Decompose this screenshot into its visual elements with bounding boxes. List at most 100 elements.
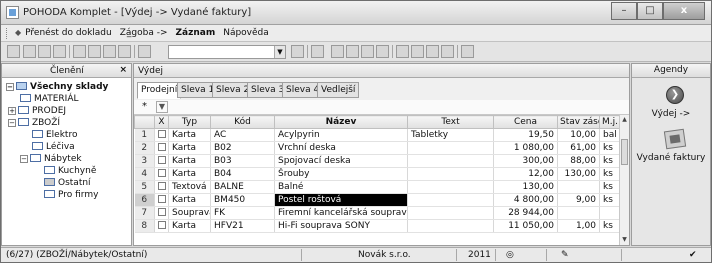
checkbox-icon[interactable]	[158, 143, 166, 151]
link-icon[interactable]	[376, 45, 389, 58]
column-header-nazev[interactable]: Název	[274, 115, 408, 129]
close-icon[interactable]: ×	[119, 65, 127, 75]
row-checkbox[interactable]	[154, 206, 169, 220]
vertical-scrollbar[interactable]: ▲ ▼	[619, 115, 629, 245]
row-checkbox[interactable]	[154, 193, 169, 207]
search-combo[interactable]: ▼	[168, 45, 286, 59]
list-icon[interactable]	[396, 45, 409, 58]
table-row[interactable]: 2 Karta B02 Vrchní deska 1 080,00 61,00 …	[134, 141, 620, 155]
checkbox-icon[interactable]	[158, 130, 166, 138]
row-checkbox[interactable]	[154, 128, 169, 142]
cell-typ: Karta	[168, 141, 211, 155]
scroll-down-icon[interactable]: ▼	[620, 235, 629, 245]
table-header: X Typ Kód Název Text Cena Stav zásoby M.…	[134, 115, 620, 129]
tree-item-ostatni[interactable]: Ostatní	[44, 177, 91, 189]
tree-item-pro-firmy[interactable]: Pro firmy	[44, 189, 98, 201]
pen-icon[interactable]: ✎	[561, 250, 569, 260]
menu-napoveda[interactable]: Nápověda	[223, 28, 269, 38]
list-icon[interactable]	[426, 45, 439, 58]
checkbox-icon[interactable]	[158, 156, 166, 164]
list-icon[interactable]	[441, 45, 454, 58]
list-icon[interactable]	[411, 45, 424, 58]
column-header-typ[interactable]: Typ	[168, 115, 211, 129]
checkbox-icon[interactable]	[158, 169, 166, 177]
table-row[interactable]: 3 Karta B03 Spojovací deska 300,00 88,00…	[134, 154, 620, 168]
cell-typ: Karta	[168, 154, 211, 168]
column-header-kod[interactable]: Kód	[210, 115, 275, 129]
tree-item-zbozi[interactable]: − ZBOŽÍ	[8, 117, 60, 129]
collapse-icon[interactable]: −	[8, 119, 16, 127]
table-row-current[interactable]: 6 Karta BM450 Postel roštová 4 800,00 9,…	[134, 193, 620, 207]
tree-item-vsechny-sklady[interactable]: − Všechny sklady	[6, 81, 108, 93]
expand-icon[interactable]: +	[8, 107, 16, 115]
agenda-item-vydej[interactable]: Výdej ->	[632, 109, 710, 119]
row-checkbox[interactable]	[154, 154, 169, 168]
tree-item-prodej[interactable]: + PRODEJ	[8, 105, 66, 117]
table-row[interactable]: 5 Textová BALNE Balné 130,00 ks	[134, 180, 620, 194]
info-icon[interactable]: ◎	[506, 250, 514, 260]
cell-text	[407, 180, 494, 194]
grid-icon[interactable]	[346, 45, 359, 58]
row-checkbox[interactable]	[154, 167, 169, 181]
funnel-icon[interactable]: ▼	[156, 101, 168, 113]
tools-icon[interactable]	[461, 45, 474, 58]
tab-vedlejsi[interactable]: Vedlejší	[317, 82, 360, 98]
row-checkbox[interactable]	[154, 141, 169, 155]
menu-prenest-do-dokladu[interactable]: ◆ Přenést do dokladu	[15, 28, 112, 38]
tree-item-elektro[interactable]: Elektro	[32, 129, 77, 141]
chevron-down-icon[interactable]: ▼	[274, 46, 285, 58]
delete-record-icon[interactable]	[53, 45, 66, 58]
ok-check-icon[interactable]: ✔	[689, 250, 697, 260]
column-header[interactable]	[134, 115, 155, 129]
column-header-stav-zasoby[interactable]: Stav zásoby	[557, 115, 600, 129]
column-header-mj[interactable]: M.j.	[599, 115, 620, 129]
cell-nazev-editing[interactable]: Postel roštová	[274, 193, 408, 207]
table-row[interactable]: 8 Karta HFV21 Hi-Fi souprava SONY 11 050…	[134, 219, 620, 233]
column-header-text[interactable]: Text	[407, 115, 494, 129]
cell-cena: 130,00	[493, 180, 558, 194]
tab-prodejni[interactable]: Prodejní	[137, 82, 182, 99]
minimize-button[interactable]: –	[611, 2, 637, 20]
cell-cena: 11 050,00	[493, 219, 558, 233]
check-icon[interactable]	[88, 45, 101, 58]
checkbox-icon[interactable]	[158, 208, 166, 216]
invoice-icon[interactable]	[663, 128, 687, 150]
app-icon	[6, 6, 19, 19]
scroll-thumb[interactable]	[621, 139, 628, 165]
filter-icon[interactable]	[291, 45, 304, 58]
copy-record-icon[interactable]	[38, 45, 51, 58]
table-icon[interactable]	[361, 45, 374, 58]
select-icon[interactable]	[311, 45, 324, 58]
row-number: 4	[134, 167, 155, 181]
save-icon[interactable]	[103, 45, 116, 58]
refresh-icon[interactable]	[331, 45, 344, 58]
scroll-up-icon[interactable]: ▲	[620, 115, 629, 125]
row-checkbox[interactable]	[154, 180, 169, 194]
row-checkbox[interactable]	[154, 219, 169, 233]
save-all-icon[interactable]	[118, 45, 131, 58]
tree-item-kuchyne[interactable]: Kuchyně	[44, 165, 96, 177]
app-window: POHODA Komplet - [Výdej -> Vydané faktur…	[0, 0, 712, 263]
menu-zasoba[interactable]: Zá̲goba ->	[120, 28, 168, 38]
new-record-icon[interactable]	[23, 45, 36, 58]
tree-item-nabytek[interactable]: − Nábytek	[20, 153, 82, 165]
close-button[interactable]: x	[663, 2, 705, 20]
tree-item-leciva[interactable]: Léčiva	[32, 141, 75, 153]
table-row[interactable]: 4 Karta B04 Šrouby 12,00 130,00 ks	[134, 167, 620, 181]
collapse-icon[interactable]: −	[6, 83, 14, 91]
checkbox-icon[interactable]	[158, 195, 166, 203]
collapse-icon[interactable]: −	[20, 155, 28, 163]
table-row[interactable]: 7 Souprava FK Firemní kancelářská soupra…	[134, 206, 620, 220]
document-icon[interactable]	[73, 45, 86, 58]
maximize-button[interactable]: □	[637, 2, 663, 20]
checkbox-icon[interactable]	[158, 182, 166, 190]
issue-arrow-icon[interactable]: ❯	[666, 86, 684, 104]
menu-zaznam[interactable]: Záznam	[176, 28, 216, 38]
checkbox-icon[interactable]	[158, 221, 166, 229]
table-row[interactable]: 1 Karta AC Acylpyrin Tabletky 19,50 10,0…	[134, 128, 620, 142]
column-header-x[interactable]: X	[154, 115, 169, 129]
print-icon[interactable]	[138, 45, 151, 58]
column-header-cena[interactable]: Cena	[493, 115, 558, 129]
tree-item-material[interactable]: MATERIÁL	[20, 93, 79, 105]
agenda-item-vydane-faktury[interactable]: Vydané faktury	[632, 153, 710, 163]
